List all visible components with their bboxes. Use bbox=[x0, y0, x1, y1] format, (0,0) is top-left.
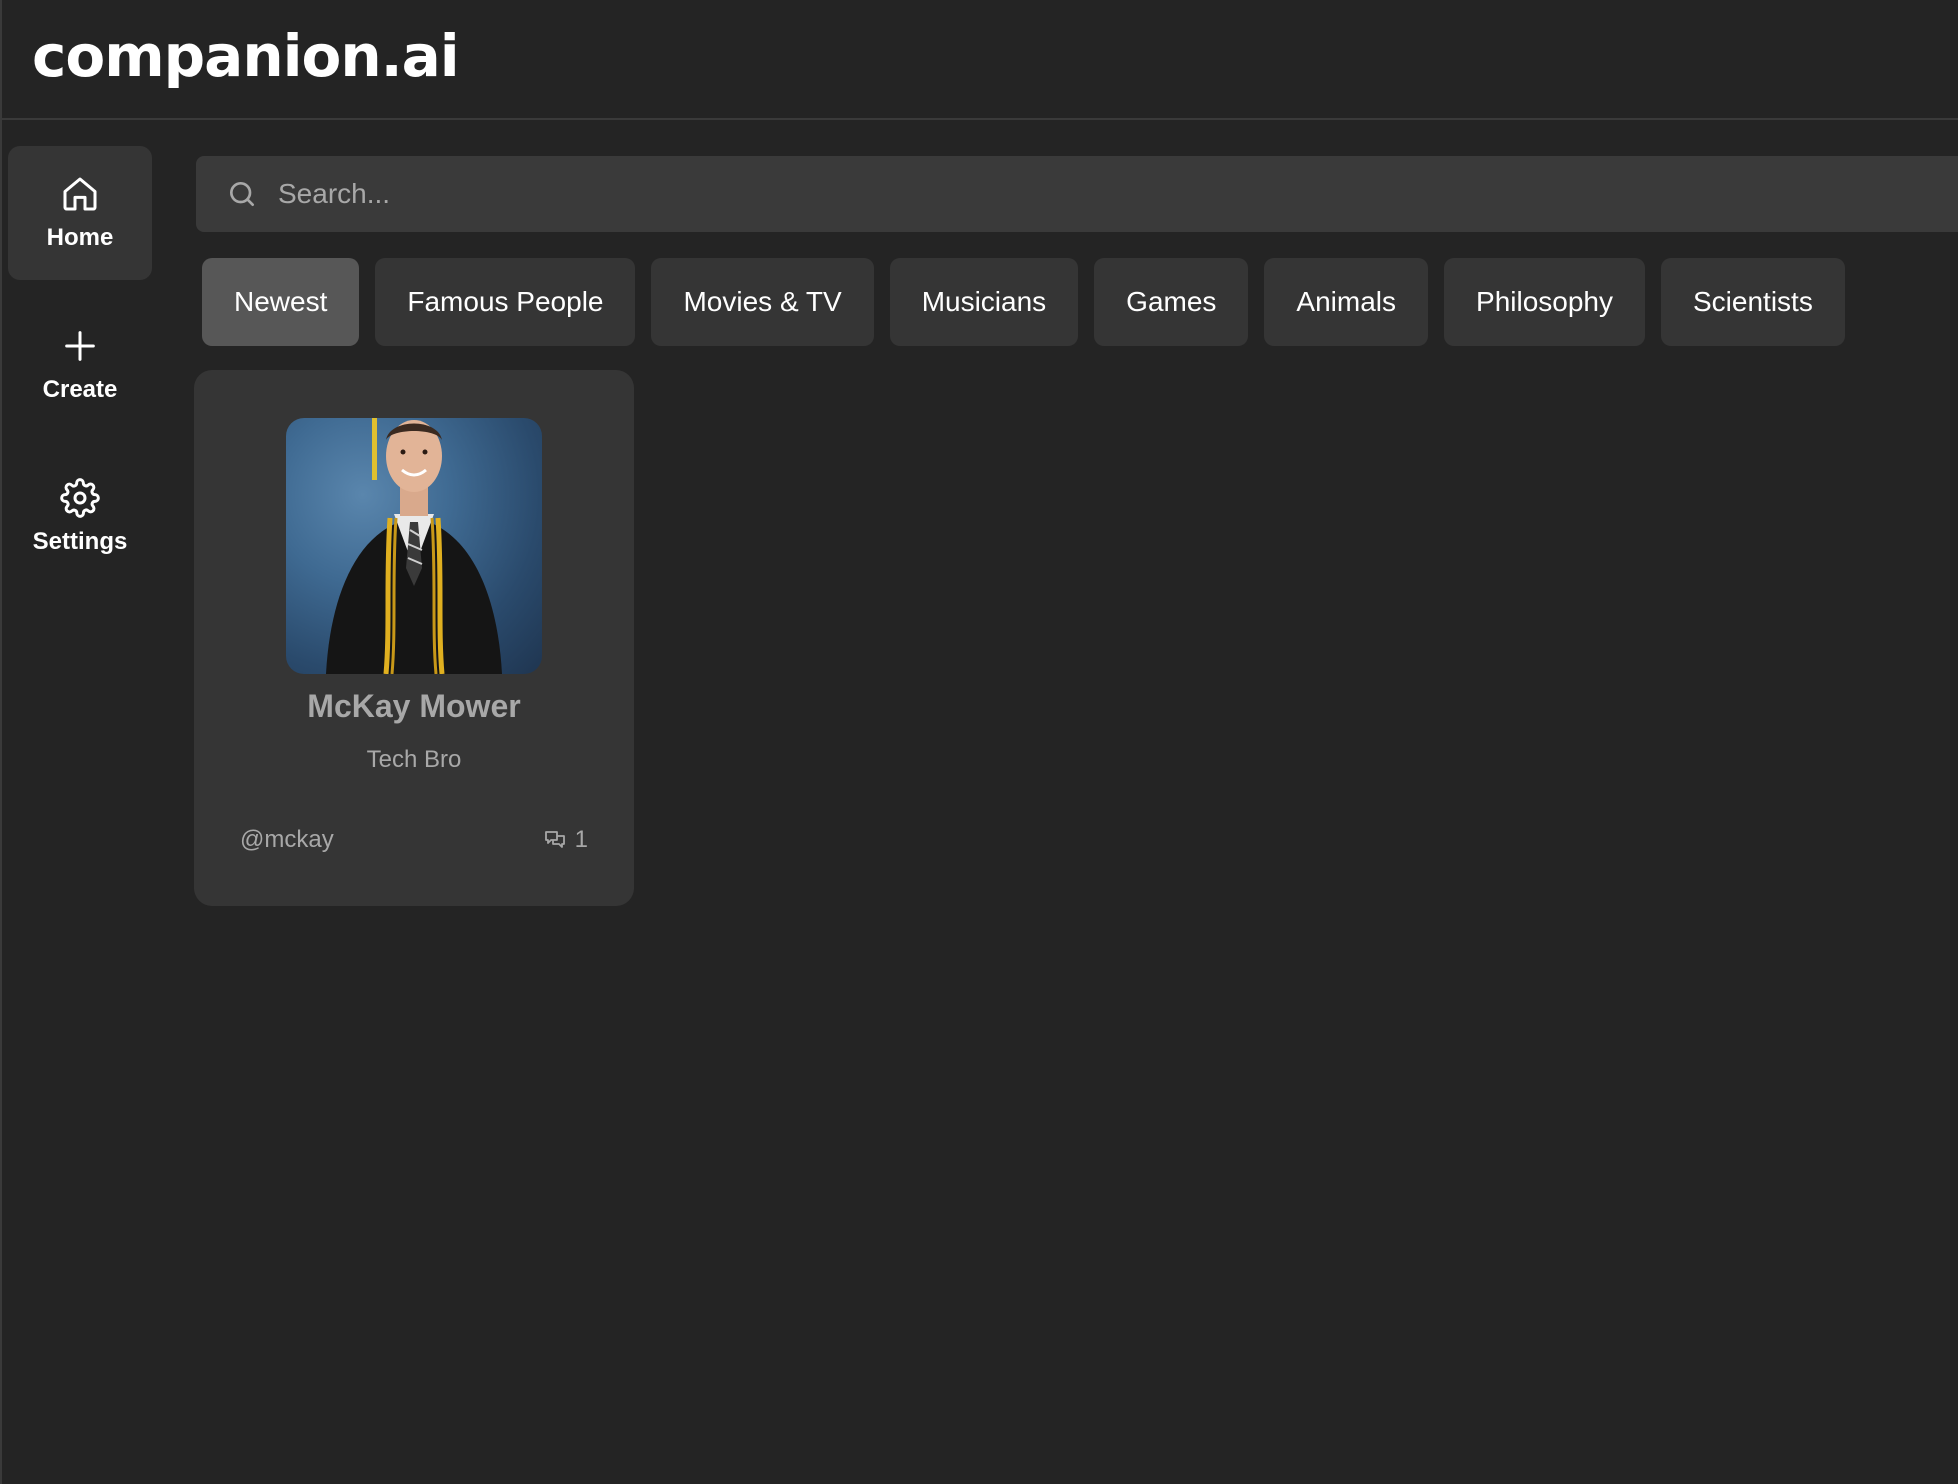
sidebar-item-home[interactable]: Home bbox=[8, 146, 152, 280]
category-filter-bar: Newest Famous People Movies & TV Musicia… bbox=[202, 258, 1845, 346]
companion-handle: @mckay bbox=[240, 826, 334, 853]
brand-logo[interactable]: companion.ai bbox=[32, 22, 460, 90]
search-bar[interactable] bbox=[196, 156, 1958, 232]
category-chip-philosophy[interactable]: Philosophy bbox=[1444, 258, 1645, 346]
companion-portrait-image bbox=[326, 418, 502, 674]
search-input[interactable] bbox=[276, 177, 1680, 211]
companion-avatar bbox=[286, 418, 542, 674]
home-icon bbox=[63, 177, 97, 211]
category-chip-musicians[interactable]: Musicians bbox=[889, 258, 1079, 346]
messages-icon bbox=[544, 831, 565, 848]
message-count-value: 1 bbox=[574, 826, 588, 853]
category-chip-newest[interactable]: Newest bbox=[202, 258, 360, 346]
app-root: companion.ai Home Create Settings Search… bbox=[0, 0, 1958, 1484]
search-icon bbox=[230, 182, 254, 206]
category-chip-animals[interactable]: Animals bbox=[1264, 258, 1429, 346]
sidebar-item-label: Create bbox=[42, 376, 118, 403]
top-bar: companion.ai bbox=[2, 0, 1958, 120]
companion-description: Tech Bro bbox=[366, 746, 462, 773]
sidebar-item-label: Home bbox=[46, 224, 114, 251]
category-chip-movies-tv[interactable]: Movies & TV bbox=[651, 258, 874, 346]
message-count: 1 bbox=[543, 826, 588, 854]
sidebar-item-settings[interactable]: Settings bbox=[8, 450, 152, 584]
category-chip-famous-people[interactable]: Famous People bbox=[375, 258, 636, 346]
gear-icon bbox=[60, 478, 100, 518]
companion-name: McKay Mower bbox=[307, 688, 521, 724]
category-chip-games[interactable]: Games bbox=[1094, 258, 1249, 346]
sidebar-item-create[interactable]: Create bbox=[8, 298, 152, 432]
sidebar-item-label: Settings bbox=[32, 528, 128, 555]
plus-icon bbox=[65, 331, 95, 361]
companion-card[interactable]: McKay Mower Tech Bro @mckay 1 bbox=[194, 370, 634, 906]
sidebar: Home Create Settings bbox=[8, 146, 154, 602]
category-chip-scientists[interactable]: Scientists bbox=[1661, 258, 1845, 346]
